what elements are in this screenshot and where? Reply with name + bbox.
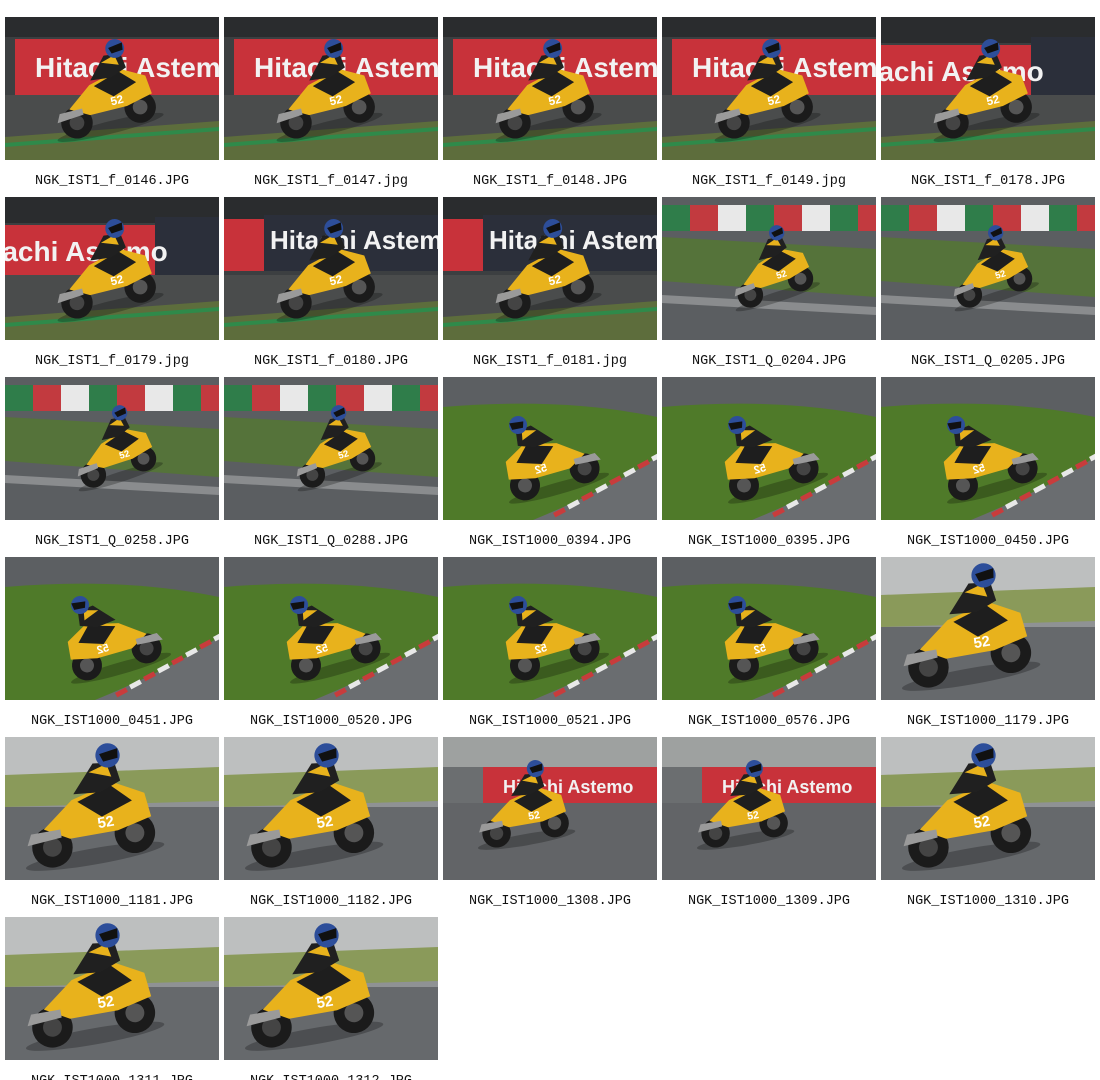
motorcycle-photo: 52 xyxy=(662,377,876,520)
motorcycle-photo: 52 xyxy=(224,917,438,1060)
svg-text:52: 52 xyxy=(96,994,115,1013)
svg-text:Hitachi Astemo: Hitachi Astemo xyxy=(270,225,438,255)
motorcycle-photo: 52 xyxy=(224,737,438,880)
thumbnail-link[interactable]: Hitachi Astemo 52 xyxy=(224,17,438,160)
motorcycle-photo: Hitachi Astemo 52 xyxy=(5,197,219,340)
thumbnail-filename[interactable]: NGK_IST1_f_0179.jpg xyxy=(0,354,225,369)
thumbnail-link[interactable]: Hitachi Astemo 52 xyxy=(5,197,219,340)
thumbnail-link[interactable]: 52 xyxy=(224,917,438,1060)
thumbnail-filename[interactable]: NGK_IST1000_1308.JPG xyxy=(437,894,663,909)
motorcycle-photo: 52 xyxy=(881,197,1095,340)
thumbnail-filename[interactable]: NGK_IST1_f_0148.JPG xyxy=(437,174,663,189)
svg-text:52: 52 xyxy=(972,634,991,653)
thumbnail-filename[interactable]: NGK_IST1000_1312.JPG xyxy=(218,1074,444,1080)
thumbnail-link[interactable]: Hitachi Astemo 52 xyxy=(443,17,657,160)
thumbnail-link[interactable]: 52 xyxy=(5,737,219,880)
motorcycle-photo: Hitachi Astemo 52 xyxy=(224,197,438,340)
svg-text:52: 52 xyxy=(747,810,761,823)
thumbnail-filename[interactable]: NGK_IST1000_0450.JPG xyxy=(875,534,1100,549)
thumbnail-link[interactable]: 52 xyxy=(224,737,438,880)
motorcycle-photo: Hitachi Astemo 52 xyxy=(662,737,876,880)
thumbnail-filename[interactable]: NGK_IST1000_1311.JPG xyxy=(0,1074,225,1080)
motorcycle-photo: Hitachi Astemo 52 xyxy=(662,17,876,160)
thumbnail-filename[interactable]: NGK_IST1_Q_0205.JPG xyxy=(875,354,1100,369)
thumbnail-link[interactable]: Hitachi Astemo 52 xyxy=(5,17,219,160)
thumbnail-filename[interactable]: NGK_IST1_f_0178.JPG xyxy=(875,174,1100,189)
motorcycle-photo: 52 xyxy=(881,737,1095,880)
thumbnail-filename[interactable]: NGK_IST1_Q_0288.JPG xyxy=(218,534,444,549)
motorcycle-photo: 52 xyxy=(443,377,657,520)
motorcycle-photo: Hitachi Astemo 52 xyxy=(224,17,438,160)
thumbnail-link[interactable]: 52 xyxy=(662,197,876,340)
motorcycle-photo: 52 xyxy=(5,917,219,1060)
thumbnail-filename[interactable]: NGK_IST1000_0394.JPG xyxy=(437,534,663,549)
thumbnail-filename[interactable]: NGK_IST1000_1309.JPG xyxy=(656,894,882,909)
thumbnail-filename[interactable]: NGK_IST1000_1310.JPG xyxy=(875,894,1100,909)
thumbnail-filename[interactable]: NGK_IST1000_1181.JPG xyxy=(0,894,225,909)
svg-text:52: 52 xyxy=(315,994,334,1013)
thumbnail-filename[interactable]: NGK_IST1_f_0180.JPG xyxy=(218,354,444,369)
svg-text:Hitachi Astemo: Hitachi Astemo xyxy=(489,225,657,255)
thumbnail-filename[interactable]: NGK_IST1_f_0146.JPG xyxy=(0,174,225,189)
thumbnail-filename[interactable]: NGK_IST1000_0521.JPG xyxy=(437,714,663,729)
thumbnail-link[interactable]: 52 xyxy=(224,557,438,700)
motorcycle-photo: Hitachi Astemo 52 xyxy=(881,17,1095,160)
motorcycle-photo: 52 xyxy=(662,557,876,700)
thumbnail-filename[interactable]: NGK_IST1000_1182.JPG xyxy=(218,894,444,909)
thumbnail-link[interactable]: 52 xyxy=(662,377,876,520)
thumbnail-filename[interactable]: NGK_IST1_f_0181.jpg xyxy=(437,354,663,369)
thumbnail-link[interactable]: Hitachi Astemo 52 xyxy=(662,17,876,160)
motorcycle-photo: 52 xyxy=(5,737,219,880)
svg-text:52: 52 xyxy=(96,814,115,833)
motorcycle-photo: 52 xyxy=(443,557,657,700)
thumbnail-link[interactable]: 52 xyxy=(881,197,1095,340)
thumbnail-link[interactable]: 52 xyxy=(443,377,657,520)
thumbnail-link[interactable]: Hitachi Astemo 52 xyxy=(224,197,438,340)
thumbnail-link[interactable]: 52 xyxy=(5,377,219,520)
thumbnail-link[interactable]: 52 xyxy=(881,557,1095,700)
thumbnail-link[interactable]: 52 xyxy=(443,557,657,700)
thumbnail-filename[interactable]: NGK_IST1000_1179.JPG xyxy=(875,714,1100,729)
thumbnail-link[interactable]: 52 xyxy=(662,557,876,700)
thumbnail-link[interactable]: 52 xyxy=(881,737,1095,880)
thumbnail-filename[interactable]: NGK_IST1000_0576.JPG xyxy=(656,714,882,729)
motorcycle-photo: 52 xyxy=(5,377,219,520)
thumbnail-link[interactable]: Hitachi Astemo 52 xyxy=(443,737,657,880)
motorcycle-photo: Hitachi Astemo 52 xyxy=(443,17,657,160)
svg-text:52: 52 xyxy=(315,814,334,833)
thumbnail-filename[interactable]: NGK_IST1000_0520.JPG xyxy=(218,714,444,729)
photo-gallery: Hitachi Astemo 52 NGK_IST1_f_0146.JPG Hit… xyxy=(0,0,1100,1080)
motorcycle-photo: 52 xyxy=(881,377,1095,520)
thumbnail-filename[interactable]: NGK_IST1_Q_0204.JPG xyxy=(656,354,882,369)
motorcycle-photo: 52 xyxy=(881,557,1095,700)
motorcycle-photo: 52 xyxy=(224,557,438,700)
thumbnail-link[interactable]: 52 xyxy=(881,377,1095,520)
thumbnail-link[interactable]: Hitachi Astemo 52 xyxy=(443,197,657,340)
motorcycle-photo: Hitachi Astemo 52 xyxy=(443,197,657,340)
thumbnail-link[interactable]: 52 xyxy=(5,917,219,1060)
motorcycle-photo: 52 xyxy=(5,557,219,700)
thumbnail-filename[interactable]: NGK_IST1000_0451.JPG xyxy=(0,714,225,729)
thumbnail-filename[interactable]: NGK_IST1_Q_0258.JPG xyxy=(0,534,225,549)
motorcycle-photo: Hitachi Astemo 52 xyxy=(443,737,657,880)
motorcycle-photo: Hitachi Astemo 52 xyxy=(5,17,219,160)
thumbnail-filename[interactable]: NGK_IST1_f_0147.jpg xyxy=(218,174,444,189)
motorcycle-photo: 52 xyxy=(662,197,876,340)
thumbnail-link[interactable]: 52 xyxy=(224,377,438,520)
thumbnail-link[interactable]: 52 xyxy=(5,557,219,700)
thumbnail-link[interactable]: Hitachi Astemo 52 xyxy=(881,17,1095,160)
thumbnail-filename[interactable]: NGK_IST1000_0395.JPG xyxy=(656,534,882,549)
thumbnail-link[interactable]: Hitachi Astemo 52 xyxy=(662,737,876,880)
svg-text:52: 52 xyxy=(528,810,542,823)
motorcycle-photo: 52 xyxy=(224,377,438,520)
thumbnail-filename[interactable]: NGK_IST1_f_0149.jpg xyxy=(656,174,882,189)
svg-text:52: 52 xyxy=(972,814,991,833)
